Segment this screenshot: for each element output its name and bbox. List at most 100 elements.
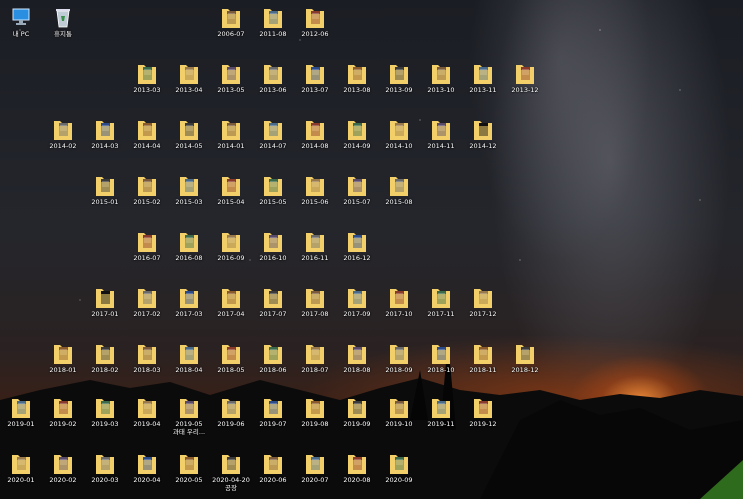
folder-2013-03[interactable]: 2013-03 (126, 62, 168, 106)
folder-label: 2019-06 (217, 420, 245, 428)
folder-2020-03[interactable]: 2020-03 (84, 452, 126, 496)
folder-2020-06[interactable]: 2020-06 (252, 452, 294, 496)
folder-2016-09[interactable]: 2016-09 (210, 230, 252, 274)
folder-2013-12[interactable]: 2013-12 (504, 62, 546, 106)
folder-2014-03[interactable]: 2014-03 (84, 118, 126, 162)
folder-2014-01[interactable]: 2014-01 (210, 118, 252, 162)
folder-2015-08[interactable]: 2015-08 (378, 174, 420, 218)
folder-2015-02[interactable]: 2015-02 (126, 174, 168, 218)
folder-2019-06[interactable]: 2019-06 (210, 396, 252, 440)
folder-2020-09[interactable]: 2020-09 (378, 452, 420, 496)
folder-2018-12[interactable]: 2018-12 (504, 342, 546, 386)
folder-label: 2018-07 (301, 366, 329, 374)
folder-2014-10[interactable]: 2014-10 (378, 118, 420, 162)
folder-icon (179, 230, 199, 253)
folder-2015-01[interactable]: 2015-01 (84, 174, 126, 218)
folder-2014-08[interactable]: 2014-08 (294, 118, 336, 162)
folder-2014-05[interactable]: 2014-05 (168, 118, 210, 162)
folder-2013-05[interactable]: 2013-05 (210, 62, 252, 106)
folder-2019-07[interactable]: 2019-07 (252, 396, 294, 440)
folder-2014-11[interactable]: 2014-11 (420, 118, 462, 162)
folder-2020-04-20[interactable]: 2020-04-20 공장 (210, 452, 252, 496)
folder-2019-11[interactable]: 2019-11 (420, 396, 462, 440)
folder-2017-04[interactable]: 2017-04 (210, 286, 252, 330)
folder-2011-08[interactable]: 2011-08 (252, 6, 294, 50)
folder-2018-06[interactable]: 2018-06 (252, 342, 294, 386)
folder-2013-07[interactable]: 2013-07 (294, 62, 336, 106)
folder-label: 2017-11 (427, 310, 455, 318)
folder-2017-11[interactable]: 2017-11 (420, 286, 462, 330)
folder-icon (263, 118, 283, 141)
folder-2017-12[interactable]: 2017-12 (462, 286, 504, 330)
folder-2019-04[interactable]: 2019-04 (126, 396, 168, 440)
folder-2013-04[interactable]: 2013-04 (168, 62, 210, 106)
folder-icon (95, 342, 115, 365)
folder-2015-05[interactable]: 2015-05 (252, 174, 294, 218)
folder-2014-09[interactable]: 2014-09 (336, 118, 378, 162)
folder-2019-08[interactable]: 2019-08 (294, 396, 336, 440)
folder-2015-07[interactable]: 2015-07 (336, 174, 378, 218)
folder-icon (431, 118, 451, 141)
folder-2017-10[interactable]: 2017-10 (378, 286, 420, 330)
folder-2014-12[interactable]: 2014-12 (462, 118, 504, 162)
folder-2017-03[interactable]: 2017-03 (168, 286, 210, 330)
folder-2016-08[interactable]: 2016-08 (168, 230, 210, 274)
folder-2020-01[interactable]: 2020-01 (0, 452, 42, 496)
folder-2018-02[interactable]: 2018-02 (84, 342, 126, 386)
folder-icon (263, 396, 283, 419)
folder-2019-12[interactable]: 2019-12 (462, 396, 504, 440)
folder-2017-01[interactable]: 2017-01 (84, 286, 126, 330)
folder-icon (347, 174, 367, 197)
folder-2018-11[interactable]: 2018-11 (462, 342, 504, 386)
folder-2016-12[interactable]: 2016-12 (336, 230, 378, 274)
folder-2019-05[interactable]: 2019-05 과태 우리... (168, 396, 210, 440)
folder-2018-10[interactable]: 2018-10 (420, 342, 462, 386)
folder-2014-04[interactable]: 2014-04 (126, 118, 168, 162)
folder-2017-02[interactable]: 2017-02 (126, 286, 168, 330)
folder-2018-08[interactable]: 2018-08 (336, 342, 378, 386)
folder-2013-08[interactable]: 2013-08 (336, 62, 378, 106)
folder-2019-03[interactable]: 2019-03 (84, 396, 126, 440)
folder-2012-06[interactable]: 2012-06 (294, 6, 336, 50)
folder-2013-11[interactable]: 2013-11 (462, 62, 504, 106)
folder-2014-07[interactable]: 2014-07 (252, 118, 294, 162)
folder-label: 2013-10 (427, 86, 455, 94)
folder-2020-08[interactable]: 2020-08 (336, 452, 378, 496)
folder-2020-04[interactable]: 2020-04 (126, 452, 168, 496)
folder-2017-07[interactable]: 2017-07 (252, 286, 294, 330)
folder-label: 2020-02 (49, 476, 77, 484)
folder-2019-01[interactable]: 2019-01 (0, 396, 42, 440)
folder-icon (473, 62, 493, 85)
folder-label: 2012-06 (301, 30, 329, 38)
folder-2015-03[interactable]: 2015-03 (168, 174, 210, 218)
folder-2013-09[interactable]: 2013-09 (378, 62, 420, 106)
folder-2017-08[interactable]: 2017-08 (294, 286, 336, 330)
folder-2020-05[interactable]: 2020-05 (168, 452, 210, 496)
folder-2014-02[interactable]: 2014-02 (42, 118, 84, 162)
folder-2018-04[interactable]: 2018-04 (168, 342, 210, 386)
desktop-icon-recycle-bin[interactable]: 휴지통 (42, 6, 84, 50)
folder-2018-03[interactable]: 2018-03 (126, 342, 168, 386)
folder-2018-07[interactable]: 2018-07 (294, 342, 336, 386)
folder-2015-04[interactable]: 2015-04 (210, 174, 252, 218)
folder-2013-06[interactable]: 2013-06 (252, 62, 294, 106)
folder-2013-10[interactable]: 2013-10 (420, 62, 462, 106)
folder-2019-02[interactable]: 2019-02 (42, 396, 84, 440)
folder-icon (305, 286, 325, 309)
folder-icon (221, 230, 241, 253)
folder-2017-09[interactable]: 2017-09 (336, 286, 378, 330)
folder-2015-06[interactable]: 2015-06 (294, 174, 336, 218)
folder-2018-09[interactable]: 2018-09 (378, 342, 420, 386)
folder-2016-10[interactable]: 2016-10 (252, 230, 294, 274)
folder-2018-05[interactable]: 2018-05 (210, 342, 252, 386)
folder-2016-11[interactable]: 2016-11 (294, 230, 336, 274)
folder-2006-07[interactable]: 2006-07 (210, 6, 252, 50)
folder-2020-02[interactable]: 2020-02 (42, 452, 84, 496)
folder-2019-10[interactable]: 2019-10 (378, 396, 420, 440)
desktop-icon-this-pc[interactable]: 내 PC (0, 6, 42, 50)
folder-2016-07[interactable]: 2016-07 (126, 230, 168, 274)
folder-2020-07[interactable]: 2020-07 (294, 452, 336, 496)
folder-icon (389, 62, 409, 85)
folder-2018-01[interactable]: 2018-01 (42, 342, 84, 386)
folder-2019-09[interactable]: 2019-09 (336, 396, 378, 440)
